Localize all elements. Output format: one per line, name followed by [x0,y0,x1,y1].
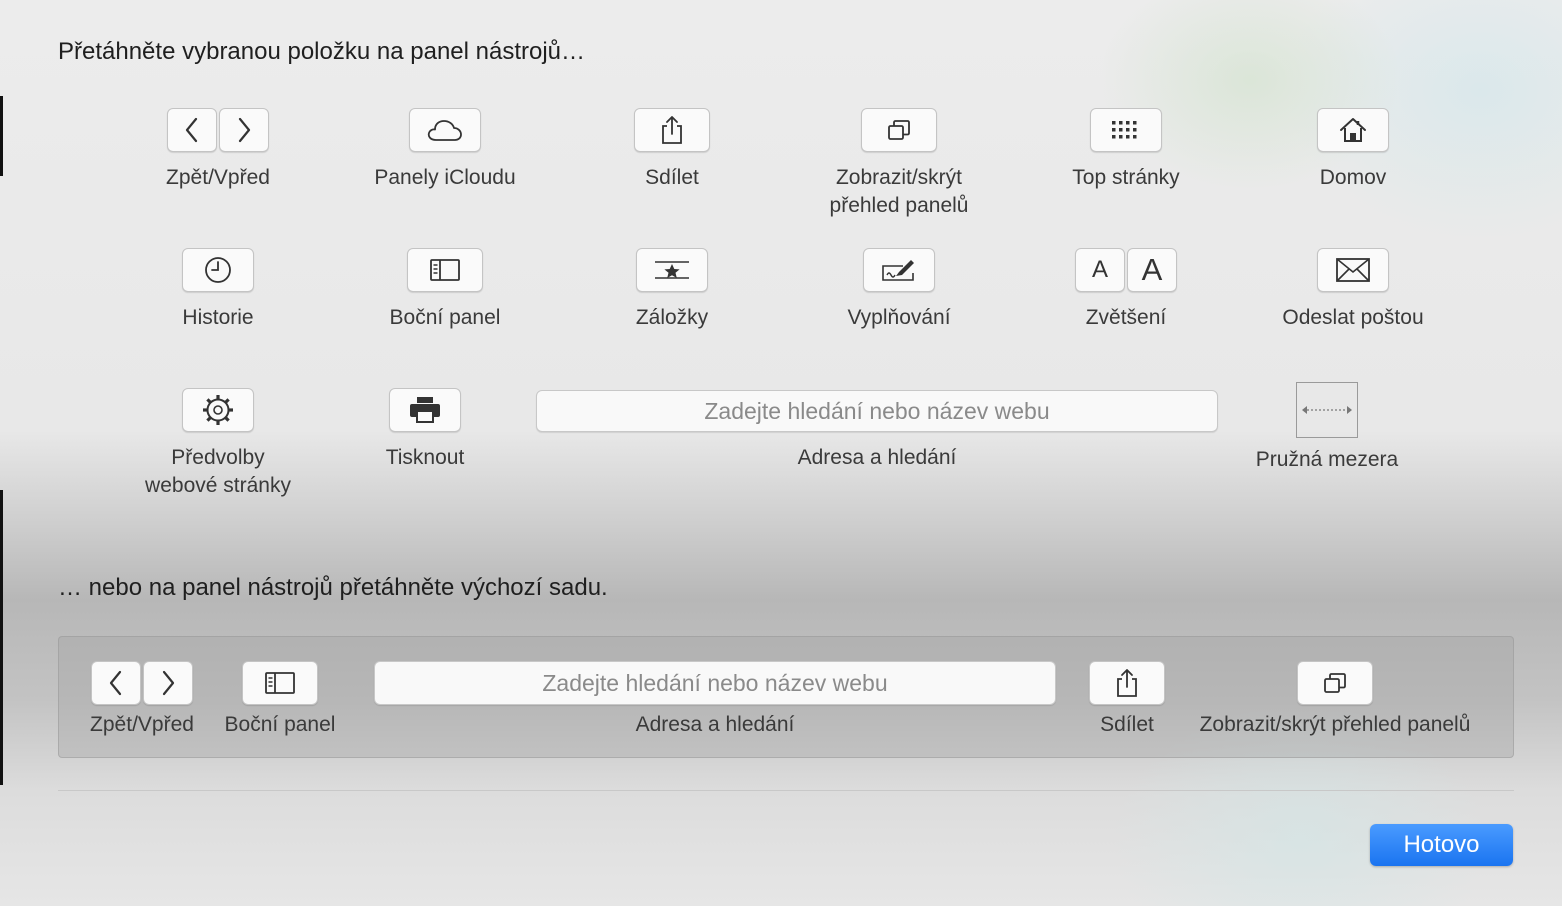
history-button[interactable] [182,248,254,292]
item-label: Zvětšení [1085,306,1167,329]
item-label-line: Předvolby [171,446,265,469]
item-label: Adresa a hledání [797,446,957,469]
website-preferences-button[interactable] [182,388,254,432]
item-sidebar[interactable]: Boční panel [345,248,545,332]
mail-button[interactable] [1317,248,1389,292]
item-label: Předvolby webové stránky [145,444,291,500]
item-label: Sdílet [1100,713,1154,736]
chevron-right-icon [238,117,251,143]
back-button[interactable] [167,108,217,152]
flexible-space-arrow-icon [1302,406,1352,414]
top-sites-button[interactable] [1090,108,1162,152]
chevron-left-icon [109,670,122,696]
default-share: Sdílet [1077,661,1177,739]
print-button[interactable] [389,388,461,432]
window-edge [0,490,3,785]
home-icon [1340,118,1366,142]
chevron-right-icon [162,670,175,696]
item-label: Odeslat poštou [1282,306,1424,329]
share-icon [662,116,682,144]
item-label: Adresa a hledání [635,713,795,736]
sidebar-icon [430,259,460,281]
share-button[interactable] [634,108,710,152]
default-sidebar: Boční panel [215,661,345,739]
item-label: Zobrazit/skrýt přehled panelů [830,164,969,220]
tabs-icon [1324,673,1346,693]
window-edge [0,96,3,176]
item-label: Zobrazit/skrýt přehled panelů [1199,713,1471,736]
tabs-icon [888,120,910,140]
tab-overview-button[interactable] [861,108,937,152]
drag-items-heading: Přetáhněte vybranou položku na panel nás… [58,38,586,65]
bookmarks-button[interactable] [636,248,708,292]
default-toolbar-set[interactable]: Zpět/Vpřed Boční panel Zadejte hledání n… [58,636,1514,758]
small-a-icon: A [1091,256,1108,283]
printer-icon [410,397,440,423]
autofill-pencil-icon [882,260,914,281]
item-mail[interactable]: Odeslat poštou [1253,248,1453,332]
forward-button [143,661,193,705]
default-tab-overview: Zobrazit/skrýt přehled panelů [1180,661,1490,739]
done-button[interactable]: Hotovo [1370,824,1513,866]
chevron-left-icon [185,117,198,143]
item-back-forward[interactable]: Zpět/Vpřed [118,108,318,192]
item-label: Tisknout [385,446,465,469]
cloud-icon [427,120,462,141]
address-search-field: Zadejte hledání nebo název webu [374,661,1056,705]
item-history[interactable]: Historie [118,248,318,332]
item-label: Top stránky [1072,166,1180,189]
mail-icon [1336,258,1370,282]
large-a-icon: A [1141,252,1163,287]
item-flexible-space[interactable]: Pružná mezera [1227,382,1427,474]
item-label-line: webové stránky [145,474,291,497]
share-icon [1117,669,1137,697]
gear-icon [203,395,233,425]
item-label: Boční panel [389,306,501,329]
back-button [91,661,141,705]
default-back-forward: Zpět/Vpřed [71,661,213,739]
zoom-out-button[interactable]: A [1075,248,1125,292]
home-button[interactable] [1317,108,1389,152]
item-label: Sdílet [645,166,699,189]
default-set-heading: … nebo na panel nástrojů přetáhněte vých… [58,574,608,601]
item-top-sites[interactable]: Top stránky [1026,108,1226,192]
clock-icon [205,257,231,283]
item-website-preferences[interactable]: Předvolby webové stránky [118,388,318,500]
item-label: Panely iCloudu [374,166,516,189]
tab-overview-button [1297,661,1373,705]
item-label: Historie [182,306,254,329]
item-label: Pružná mezera [1255,448,1399,471]
icloud-tabs-button[interactable] [409,108,481,152]
item-home[interactable]: Domov [1253,108,1453,192]
item-bookmarks[interactable]: Záložky [572,248,772,332]
item-address-search[interactable]: Zadejte hledání nebo název webu Adresa a… [536,390,1218,472]
item-icloud-tabs[interactable]: Panely iCloudu [345,108,545,192]
zoom-in-button[interactable]: A [1127,248,1177,292]
flexible-space-box[interactable] [1296,382,1358,438]
sidebar-icon [265,672,295,694]
item-label: Domov [1319,166,1387,189]
item-autofill[interactable]: Vyplňování [799,248,999,332]
item-zoom[interactable]: A A Zvětšení [1026,248,1226,332]
item-tab-overview[interactable]: Zobrazit/skrýt přehled panelů [799,108,999,220]
bookmark-star-icon [655,261,689,279]
divider [58,790,1514,791]
address-search-field[interactable]: Zadejte hledání nebo název webu [536,390,1218,432]
item-label-line: přehled panelů [829,194,969,217]
item-label: Vyplňování [847,306,951,329]
sidebar-button[interactable] [407,248,483,292]
autofill-button[interactable] [863,248,935,292]
item-label: Boční panel [224,713,336,736]
item-label-line: Zobrazit/skrýt [835,166,962,189]
item-label: Zpět/Vpřed [90,713,194,736]
item-share[interactable]: Sdílet [572,108,772,192]
forward-button[interactable] [219,108,269,152]
item-label: Záložky [635,306,709,329]
sidebar-button [242,661,318,705]
grid-icon [1112,121,1137,139]
default-address-search: Zadejte hledání nebo název webu Adresa a… [374,661,1056,739]
item-print[interactable]: Tisknout [325,388,525,472]
share-button [1089,661,1165,705]
item-label: Zpět/Vpřed [166,166,270,189]
